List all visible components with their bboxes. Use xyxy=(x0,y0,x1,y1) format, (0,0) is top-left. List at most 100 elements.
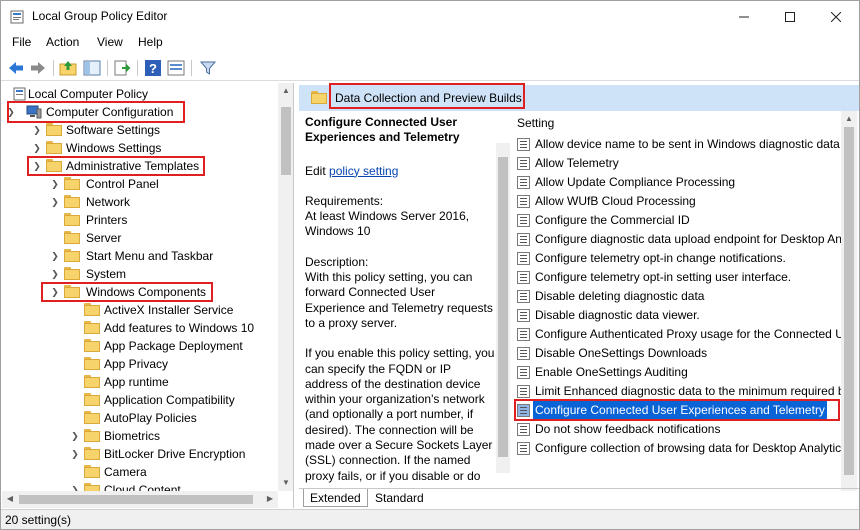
policy-setting-icon xyxy=(517,157,530,170)
chevron-right-icon[interactable]: ❯ xyxy=(70,427,80,445)
menu-bar: File Action View Help xyxy=(1,33,859,53)
tree-label: Cloud Content xyxy=(104,483,181,491)
folder-icon xyxy=(84,411,100,424)
tree-item-control-panel[interactable]: ❯ Control Panel xyxy=(6,175,276,193)
policy-setting-icon xyxy=(517,309,530,322)
forward-arrow-icon[interactable] xyxy=(29,59,47,77)
tree-item-application-compatibility[interactable]: Application Compatibility xyxy=(6,391,276,409)
tree-label: Network xyxy=(86,195,131,209)
back-arrow-icon[interactable] xyxy=(7,59,25,77)
tree-item-software-settings[interactable]: ❯ Software Settings xyxy=(6,121,276,139)
tree-item-camera[interactable]: Camera xyxy=(6,463,276,481)
view-tabs: Extended Standard xyxy=(299,488,859,508)
description-paragraph-2: If you enable this policy setting, you c… xyxy=(305,346,495,484)
tree-label: Application Compatibility xyxy=(104,393,235,407)
settings-list: Setting Allow device name to be sent in … xyxy=(511,111,841,491)
tree-item-app-privacy[interactable]: App Privacy xyxy=(6,355,276,373)
tree-item-printers[interactable]: Printers xyxy=(6,211,276,229)
folder-icon xyxy=(84,357,100,370)
tree-item-cloud-content[interactable]: ❯ Cloud Content xyxy=(6,481,276,491)
window-title: Local Group Policy Editor xyxy=(32,9,168,23)
tree-horizontal-scrollbar[interactable]: ◀ ▶ xyxy=(2,491,278,508)
policy-setting-link[interactable]: policy setting xyxy=(329,164,398,178)
properties-icon[interactable] xyxy=(167,59,185,77)
export-list-icon[interactable] xyxy=(113,59,131,77)
folder-icon xyxy=(84,303,100,316)
scroll-thumb[interactable] xyxy=(844,127,854,475)
maximize-button[interactable] xyxy=(767,1,813,33)
tree-label: Start Menu and Taskbar xyxy=(86,249,214,263)
chevron-right-icon[interactable]: ❯ xyxy=(32,121,42,139)
tree-label: Camera xyxy=(104,465,147,479)
scroll-thumb[interactable] xyxy=(281,107,291,175)
description-label: Description: xyxy=(305,254,369,269)
scroll-up-icon[interactable]: ▲ xyxy=(841,111,857,127)
tab-standard[interactable]: Standard xyxy=(369,489,430,507)
chevron-right-icon[interactable]: ❯ xyxy=(50,265,60,283)
setting-label: Do not show feedback notifications xyxy=(535,422,721,436)
tree-item-windows-settings[interactable]: ❯ Windows Settings xyxy=(6,139,276,157)
chevron-right-icon[interactable]: ❯ xyxy=(50,247,60,265)
setting-column-header[interactable]: Setting xyxy=(517,116,554,130)
scroll-up-icon[interactable]: ▲ xyxy=(278,83,293,99)
tree-item-activex-installer-service[interactable]: ActiveX Installer Service xyxy=(6,301,276,319)
setting-label: Allow device name to be sent in Windows … xyxy=(535,137,840,151)
menu-help[interactable]: Help xyxy=(138,35,163,49)
main-window: Local Group Policy Editor File Action Vi… xyxy=(0,0,860,530)
extended-description: Configure Connected User Experiences and… xyxy=(305,115,495,484)
menu-view[interactable]: View xyxy=(97,35,123,49)
minimize-button[interactable] xyxy=(721,1,767,33)
tree-item-biometrics[interactable]: ❯ Biometrics xyxy=(6,427,276,445)
folder-icon xyxy=(46,123,62,136)
settings-vertical-scrollbar[interactable]: ▲ xyxy=(841,111,857,491)
folder-icon xyxy=(84,447,100,460)
tree-item-autoplay-policies[interactable]: AutoPlay Policies xyxy=(6,409,276,427)
highlight-box xyxy=(27,156,205,176)
scroll-down-icon[interactable]: ▼ xyxy=(278,475,293,491)
folder-icon xyxy=(64,249,80,262)
highlight-box xyxy=(329,83,525,109)
chevron-right-icon[interactable]: ❯ xyxy=(70,481,80,491)
chevron-right-icon[interactable]: ❯ xyxy=(70,445,80,463)
scroll-left-icon[interactable]: ◀ xyxy=(2,491,18,507)
chevron-right-icon[interactable]: ❯ xyxy=(32,139,42,157)
menu-action[interactable]: Action xyxy=(46,35,79,49)
menu-file[interactable]: File xyxy=(12,35,31,49)
svg-text:?: ? xyxy=(149,61,157,76)
folder-icon xyxy=(84,429,100,442)
tree-item-network[interactable]: ❯ Network xyxy=(6,193,276,211)
tree-item-server[interactable]: Server xyxy=(6,229,276,247)
policy-setting-icon xyxy=(517,138,530,151)
folder-icon xyxy=(64,177,80,190)
scroll-right-icon[interactable]: ▶ xyxy=(262,491,278,507)
tree-vertical-scrollbar[interactable]: ▲ ▼ xyxy=(278,83,293,491)
folder-icon xyxy=(64,195,80,208)
setting-label: Disable OneSettings Downloads xyxy=(535,346,708,360)
tree-label: Server xyxy=(86,231,122,245)
tree-item-add-features-windows-10[interactable]: Add features to Windows 10 xyxy=(6,319,276,337)
filter-icon[interactable] xyxy=(199,59,217,77)
setting-label: Configure telemetry opt-in setting user … xyxy=(535,270,792,284)
close-button[interactable] xyxy=(813,1,859,33)
chevron-right-icon[interactable]: ❯ xyxy=(50,175,60,193)
scroll-thumb[interactable] xyxy=(498,157,508,457)
status-bar: 20 setting(s) xyxy=(1,509,859,529)
policy-document-icon xyxy=(13,87,26,101)
chevron-right-icon[interactable]: ❯ xyxy=(50,193,60,211)
scroll-thumb[interactable] xyxy=(19,495,253,504)
setting-label: Configure collection of browsing data fo… xyxy=(535,441,841,455)
tree-item-app-runtime[interactable]: App runtime xyxy=(6,373,276,391)
tree-item-system[interactable]: ❯ System xyxy=(6,265,276,283)
tree-item-app-package-deployment[interactable]: App Package Deployment xyxy=(6,337,276,355)
help-icon[interactable]: ? xyxy=(144,59,162,77)
tree-item-start-menu-and-taskbar[interactable]: ❯ Start Menu and Taskbar xyxy=(6,247,276,265)
folder-icon xyxy=(84,321,100,334)
highlight-box xyxy=(7,101,185,123)
tab-extended[interactable]: Extended xyxy=(303,489,368,507)
show-hide-tree-icon[interactable] xyxy=(83,59,101,77)
tree-item-bitlocker-drive-encryption[interactable]: ❯ BitLocker Drive Encryption xyxy=(6,445,276,463)
description-scrollbar[interactable] xyxy=(496,143,510,473)
tree-label: BitLocker Drive Encryption xyxy=(104,447,246,461)
up-folder-icon[interactable] xyxy=(59,59,77,77)
folder-icon xyxy=(311,91,327,104)
